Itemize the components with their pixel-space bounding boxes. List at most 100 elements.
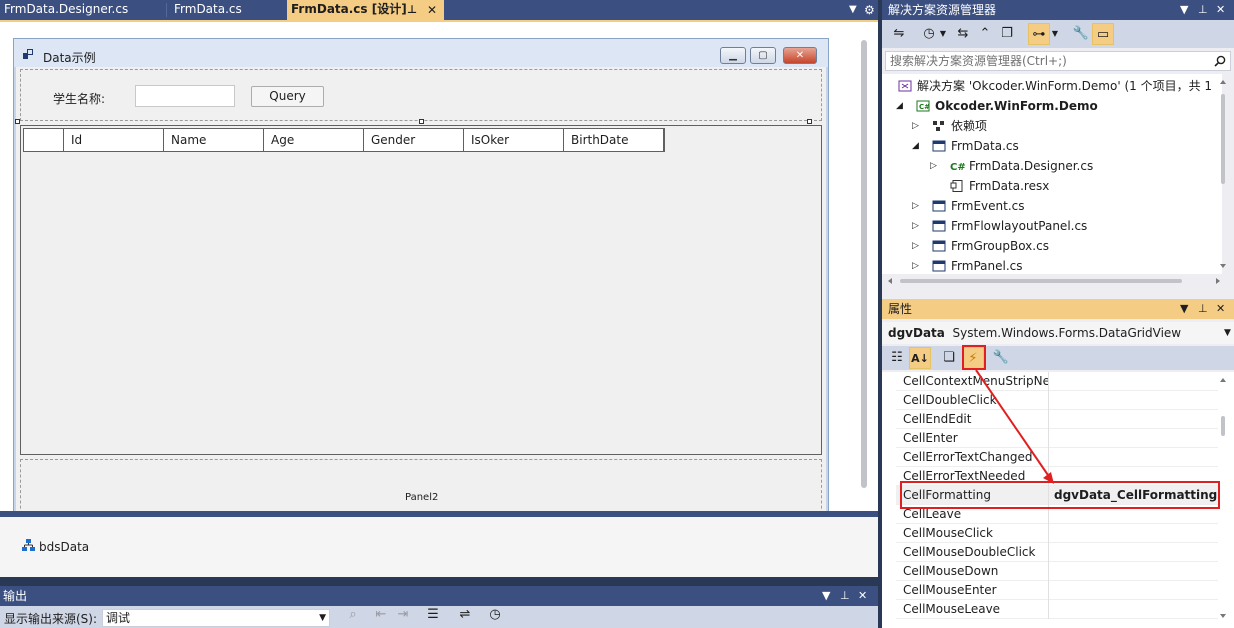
tree-item-frmdata-resx[interactable]: FrmData.resx (950, 176, 1049, 196)
output-toolbar: 显示输出来源(S): 调试 ▼ ⌕ ⇤ ⇥ ☰ ⇌ ◷ (0, 606, 878, 628)
preview-icon[interactable]: ▭ (1092, 23, 1114, 45)
panel2[interactable]: Panel2 (20, 459, 822, 519)
collapsed-arrow-icon[interactable]: ▷ (912, 216, 919, 236)
event-row[interactable]: CellErrorTextChanged (896, 448, 1218, 467)
pin-icon[interactable]: ⊥ (407, 0, 417, 20)
minimize-button[interactable]: ▁ (720, 47, 746, 64)
event-row[interactable]: CellContextMenuStripNee (896, 372, 1218, 391)
properties-title: 属性 (888, 302, 913, 316)
event-row[interactable]: CellMouseDown (896, 562, 1218, 581)
properties-object-selector[interactable]: dgvData System.Windows.Forms.DataGridVie… (882, 322, 1234, 344)
grid-column-birthdate[interactable]: BirthDate (564, 129, 664, 151)
gear-icon[interactable]: ⚙ (864, 0, 875, 20)
form-file-icon (932, 140, 946, 152)
output-source-select[interactable]: 调试 ▼ (102, 609, 330, 627)
tree-item-frmflowlayoutpanel[interactable]: FrmFlowlayoutPanel.cs (932, 216, 1087, 236)
grid-column-age[interactable]: Age (264, 129, 364, 151)
tree-item-label: FrmData.cs (951, 139, 1019, 153)
search-icon (1214, 55, 1226, 67)
tab-separator (166, 3, 167, 17)
show-all-files-icon[interactable]: ❐ (998, 23, 1016, 45)
expanded-arrow-icon[interactable]: ◢ (912, 136, 919, 156)
tree-horizontal-scrollbar[interactable] (886, 276, 1222, 286)
event-row[interactable]: CellMouseClick (896, 524, 1218, 543)
wrench-icon[interactable]: 🔧 (1072, 23, 1090, 45)
event-row[interactable]: CellDoubleClick (896, 391, 1218, 410)
prev-message-icon[interactable]: ⇤ (372, 604, 390, 626)
tab-overflow-dropdown-icon[interactable]: ▼ (849, 0, 857, 20)
close-icon[interactable]: ✕ (1216, 0, 1225, 20)
tree-vertical-scrollbar[interactable] (1218, 78, 1228, 272)
switch-views-icon[interactable]: ⇋ (890, 23, 908, 45)
pin-icon[interactable]: ⊥ (840, 586, 850, 606)
tree-item-dependencies[interactable]: 依赖项 (932, 116, 987, 136)
close-icon[interactable]: ✕ (1216, 299, 1225, 319)
word-wrap-icon[interactable]: ⇌ (456, 604, 474, 626)
tab-frmdata-designer[interactable]: FrmData.Designer.cs (0, 0, 164, 20)
event-row[interactable]: CellEnter (896, 429, 1218, 448)
sync-icon[interactable]: ⇆ (954, 23, 972, 45)
clock-icon[interactable]: ◷ (486, 604, 504, 626)
tab-frmdata[interactable]: FrmData.cs (170, 0, 282, 20)
maximize-button[interactable]: ▢ (750, 47, 776, 64)
event-row[interactable]: CellMouseLeave (896, 600, 1218, 619)
property-pages-icon[interactable]: ❏ (940, 347, 958, 369)
collapsed-arrow-icon[interactable]: ▷ (930, 156, 937, 176)
view-class-diagram-icon[interactable]: ⊶ (1028, 23, 1050, 45)
tab-frmdata-design[interactable]: FrmData.cs [设计] ⊥ ✕ (287, 0, 444, 20)
chevron-down-icon[interactable]: ▼ (938, 23, 948, 45)
right-tool-windows: 解决方案资源管理器 ▼ ⊥ ✕ ⇋ ◷ ▼ ⇆ ⌃ ❐ ⊶ ▼ 🔧 ▭ 搜索解决… (882, 0, 1234, 628)
query-panel[interactable]: 学生名称: Query (20, 69, 822, 121)
clear-all-icon[interactable]: ☰ (424, 604, 442, 626)
dropdown-icon[interactable]: ▼ (1180, 0, 1188, 20)
data-grid[interactable]: Id Name Age Gender IsOker BirthDate (20, 125, 822, 455)
collapsed-arrow-icon[interactable]: ▷ (912, 116, 919, 136)
designer-vertical-scrollbar[interactable] (861, 40, 867, 488)
tree-item-frmevent[interactable]: FrmEvent.cs (932, 196, 1024, 216)
chevron-down-icon[interactable]: ▼ (1050, 23, 1060, 45)
solution-explorer-header: 解决方案资源管理器 ▼ ⊥ ✕ (882, 0, 1234, 20)
close-icon[interactable]: ✕ (858, 586, 867, 606)
form-window[interactable]: Data示例 ▁ ▢ ✕ 学生名称: Query Id Name Age Gen… (13, 38, 829, 519)
tree-item-frmdata[interactable]: FrmData.cs (932, 136, 1019, 156)
collapsed-arrow-icon[interactable]: ▷ (912, 236, 919, 256)
close-button[interactable]: ✕ (783, 47, 817, 64)
selection-handle[interactable] (807, 119, 812, 124)
event-name: CellContextMenuStripNee (903, 372, 1049, 391)
grid-row-header[interactable] (24, 129, 64, 151)
event-row[interactable]: CellMouseDoubleClick (896, 543, 1218, 562)
tree-item-project[interactable]: C# Okcoder.WinForm.Demo (916, 96, 1098, 116)
pin-icon[interactable]: ⊥ (1198, 0, 1208, 20)
grid-column-name[interactable]: Name (164, 129, 264, 151)
next-message-icon[interactable]: ⇥ (394, 604, 412, 626)
collapsed-arrow-icon[interactable]: ▷ (912, 256, 919, 276)
wrench-icon[interactable]: 🔧 (992, 347, 1010, 369)
selection-handle[interactable] (419, 119, 424, 124)
collapsed-arrow-icon[interactable]: ▷ (912, 196, 919, 216)
tray-item-bdsdata[interactable]: bdsData (22, 539, 89, 555)
tree-item-frmdata-designer[interactable]: C# FrmData.Designer.cs (950, 156, 1093, 176)
find-message-icon[interactable]: ⌕ (344, 604, 362, 626)
event-row[interactable]: CellMouseEnter (896, 581, 1218, 600)
selection-handle[interactable] (15, 119, 20, 124)
categorized-icon[interactable]: ☷ (888, 347, 906, 369)
pin-icon[interactable]: ⊥ (1198, 299, 1208, 319)
history-icon[interactable]: ◷ (920, 23, 938, 45)
solution-search-input[interactable]: 搜索解决方案资源管理器(Ctrl+;) (885, 51, 1231, 71)
student-name-input[interactable] (135, 85, 235, 107)
collapse-all-icon[interactable]: ⌃ (976, 23, 994, 45)
dropdown-icon[interactable]: ▼ (1180, 299, 1188, 319)
tree-item-frmpanel[interactable]: FrmPanel.cs (932, 256, 1022, 276)
tree-item-frmgroupbox[interactable]: FrmGroupBox.cs (932, 236, 1049, 256)
query-button[interactable]: Query (251, 86, 324, 107)
alphabetical-icon[interactable]: A↓ (909, 347, 931, 369)
event-row[interactable]: CellEndEdit (896, 410, 1218, 429)
grid-column-gender[interactable]: Gender (364, 129, 464, 151)
grid-column-id[interactable]: Id (64, 129, 164, 151)
dropdown-icon[interactable]: ▼ (822, 586, 830, 606)
solution-tree: 解决方案 'Okcoder.WinForm.Demo' (1 个项目，共 1 ◢… (882, 74, 1222, 274)
grid-column-isoker[interactable]: IsOker (464, 129, 564, 151)
tree-item-solution[interactable]: 解决方案 'Okcoder.WinForm.Demo' (1 个项目，共 1 (898, 76, 1212, 96)
expanded-arrow-icon[interactable]: ◢ (896, 96, 903, 116)
close-icon[interactable]: ✕ (427, 0, 437, 20)
